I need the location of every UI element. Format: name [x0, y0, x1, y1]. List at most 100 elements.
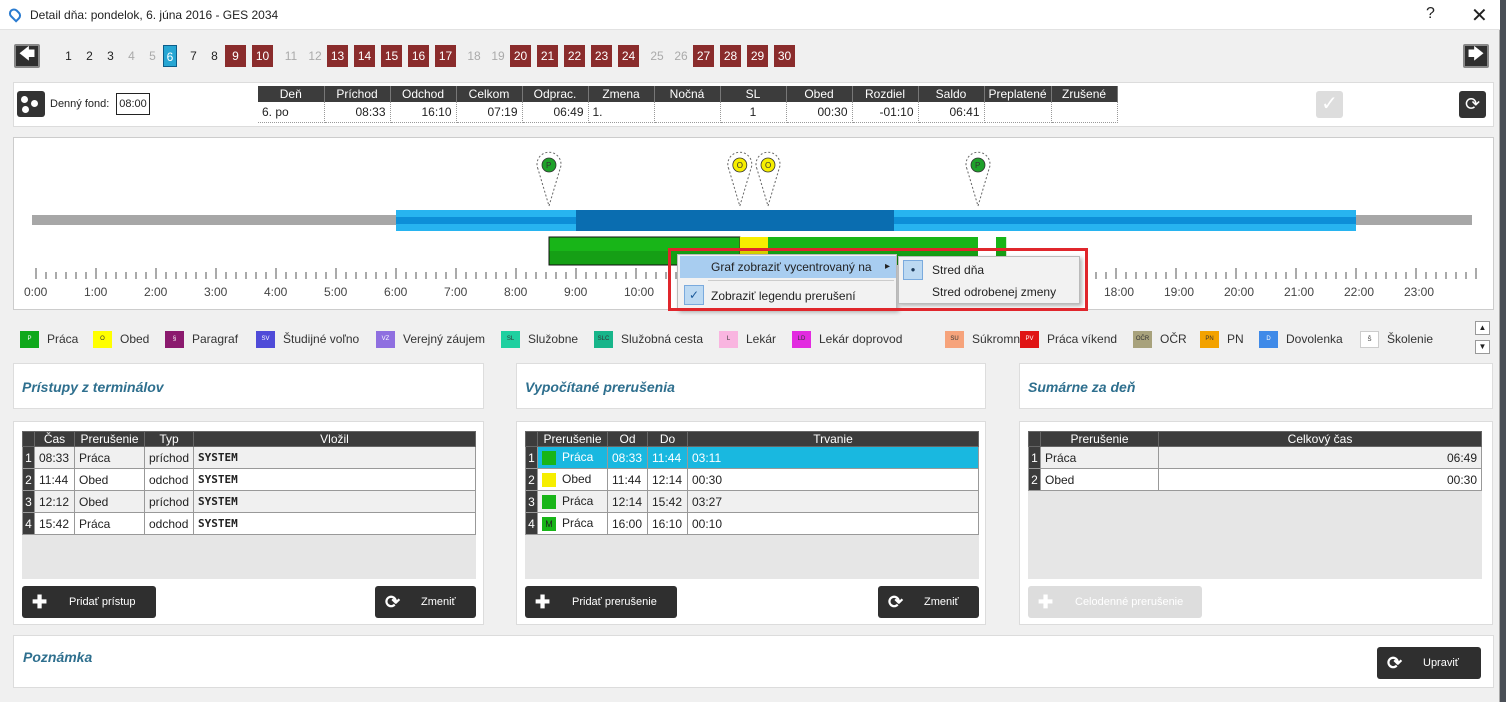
summary-header: Deň [258, 86, 325, 102]
day-28[interactable]: 28 [720, 45, 741, 67]
table-cell: 2 [22, 468, 35, 491]
day-16[interactable]: 16 [408, 45, 429, 67]
day-26[interactable]: 26 [669, 45, 693, 67]
table-cell: 00:10 [687, 512, 979, 535]
summary-header: Obed [786, 86, 853, 102]
all-day-interruption-button[interactable]: ✚ Celodenné prerušenie [1028, 586, 1202, 618]
fond-value-input[interactable]: 08:00 [116, 93, 150, 115]
table-cell: 12:14 [647, 468, 688, 491]
add-access-button[interactable]: ✚ Pridať prístup [22, 586, 156, 618]
legend-label: Služobná cesta [621, 332, 704, 346]
table-row[interactable]: 2 Obed 11:44 12:14 00:30 [525, 468, 979, 491]
day-1[interactable]: 1 [58, 45, 79, 67]
change-access-button[interactable]: ⟳ Zmeniť [375, 586, 476, 618]
day-14[interactable]: 14 [354, 45, 375, 67]
table-row[interactable]: 2 11:44 Obed odchod SYSTEM [22, 468, 476, 491]
pin-icon [6, 6, 24, 23]
day-21[interactable]: 21 [537, 45, 558, 67]
edit-note-button[interactable]: ⟳ Upraviť [1377, 647, 1481, 679]
day-5[interactable]: 5 [142, 45, 163, 67]
scroll-down-icon[interactable]: ▼ [1475, 340, 1490, 354]
day-4[interactable]: 4 [121, 45, 142, 67]
legend-swatch: VZ [376, 330, 395, 348]
change-interruption-button[interactable]: ⟳ Zmeniť [878, 586, 979, 618]
legend-swatch: SV [256, 330, 275, 348]
pin-letter: O [737, 161, 743, 170]
refresh-icon: ⟳ [888, 592, 904, 612]
time-label: 21:00 [1284, 285, 1314, 299]
day-15[interactable]: 15 [381, 45, 402, 67]
table-cell: SYSTEM [193, 468, 476, 491]
table-cell: 16:00 [607, 512, 648, 535]
interruption-swatch [542, 494, 556, 509]
title-bar: Detail dňa: pondelok, 6. júna 2016 - GES… [0, 0, 1500, 30]
day-30[interactable]: 30 [774, 45, 795, 67]
day-19[interactable]: 19 [486, 45, 510, 67]
day-27[interactable]: 27 [693, 45, 714, 67]
day-6[interactable]: 6 [163, 45, 177, 67]
table-row[interactable]: 4 15:42 Práca odchod SYSTEM [22, 512, 476, 535]
legend-item: SL Služobne [501, 330, 578, 348]
legend-swatch: SLC [594, 330, 613, 348]
day-18[interactable]: 18 [462, 45, 486, 67]
legend-item: O Obed [93, 330, 149, 348]
legend-label: Súkromne [972, 332, 1027, 346]
day-29[interactable]: 29 [747, 45, 768, 67]
time-label: 10:00 [624, 285, 654, 299]
add-interruption-button[interactable]: ✚ Pridať prerušenie [525, 586, 677, 618]
help-button[interactable]: ? [1426, 5, 1435, 23]
summary-header: Odprac. [522, 86, 589, 102]
day-22[interactable]: 22 [564, 45, 585, 67]
day-12[interactable]: 12 [303, 45, 327, 67]
day-3[interactable]: 3 [100, 45, 121, 67]
legend-item: L Lekár [719, 330, 776, 348]
day-7[interactable]: 7 [183, 45, 204, 67]
day-20[interactable]: 20 [510, 45, 531, 67]
refresh-button[interactable]: ⟳ [1459, 91, 1486, 118]
table-cell: 11:44 [34, 468, 75, 491]
table-row[interactable]: 3 12:12 Obed príchod SYSTEM [22, 490, 476, 513]
time-label: 22:00 [1344, 285, 1374, 299]
table-row[interactable]: 4 M Práca 16:00 16:10 00:10 [525, 512, 979, 535]
table-row[interactable]: 1 08:33 Práca príchod SYSTEM [22, 446, 476, 469]
summary-header: Zmena [588, 86, 655, 102]
refresh-icon: ⟳ [385, 592, 401, 612]
legend-item: SLC Služobná cesta [594, 330, 703, 348]
summary-cell: -01:10 [852, 102, 919, 123]
scroll-up-icon[interactable]: ▲ [1475, 321, 1490, 335]
time-label: 4:00 [264, 285, 288, 299]
day-17[interactable]: 17 [435, 45, 456, 67]
cell-text: Práca [562, 494, 594, 509]
day-10[interactable]: 10 [252, 45, 273, 67]
cell-text: Obed [562, 472, 592, 487]
fond-button[interactable] [17, 91, 45, 117]
table-row[interactable]: 1 Práca 08:33 11:44 03:11 [525, 446, 979, 469]
day-13[interactable]: 13 [327, 45, 348, 67]
table-row[interactable]: 2 Obed 00:30 [1028, 468, 1482, 491]
day-8[interactable]: 8 [204, 45, 225, 67]
legend-swatch: § [165, 330, 184, 348]
next-month-button[interactable]: 🡆 [1463, 44, 1489, 68]
day-9[interactable]: 9 [225, 45, 246, 67]
legend-item: PV Práca víkend [1020, 330, 1117, 348]
time-label: 3:00 [204, 285, 228, 299]
day-25[interactable]: 25 [645, 45, 669, 67]
table-cell: Práca [74, 446, 145, 469]
close-button[interactable]: ✕ [1471, 3, 1488, 28]
prev-month-button[interactable]: 🡄 [14, 44, 40, 68]
summary-header: SL [720, 86, 787, 102]
day-24[interactable]: 24 [618, 45, 639, 67]
day-2[interactable]: 2 [79, 45, 100, 67]
day-11[interactable]: 11 [279, 45, 303, 67]
day-23[interactable]: 23 [591, 45, 612, 67]
table-row[interactable]: 3 Práca 12:14 15:42 03:27 [525, 490, 979, 513]
table-row[interactable]: 1 Práca 06:49 [1028, 446, 1482, 469]
summary-cell: 06:41 [918, 102, 985, 123]
legend-swatch: D [1259, 330, 1278, 348]
confirm-button[interactable]: ✓ [1316, 91, 1343, 118]
time-label: 7:00 [444, 285, 468, 299]
legend-item: Š Školenie [1360, 330, 1433, 348]
time-label: 9:00 [564, 285, 588, 299]
legend-swatch: PN [1200, 330, 1219, 348]
table-cell: 1 [1028, 446, 1041, 469]
